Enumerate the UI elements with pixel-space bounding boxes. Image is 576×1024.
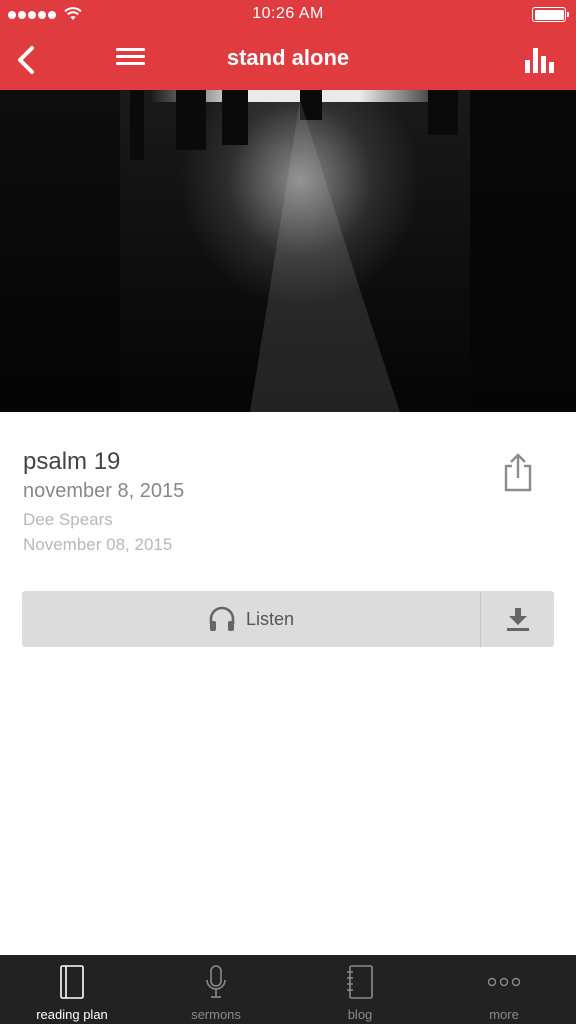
page-title: stand alone <box>226 45 350 70</box>
tab-reading-plan[interactable]: reading plan <box>0 955 144 1024</box>
audio-actions: Listen <box>22 591 554 647</box>
stats-icon[interactable] <box>524 46 556 74</box>
sermon-title: psalm 19 <box>23 448 121 475</box>
tab-label: reading plan <box>36 1007 108 1022</box>
tab-sermons[interactable]: sermons <box>144 955 288 1024</box>
tab-label: sermons <box>191 1007 241 1022</box>
listen-button[interactable]: Listen <box>22 591 480 647</box>
more-icon <box>487 977 521 987</box>
headphones-icon <box>209 606 235 631</box>
tab-label: blog <box>347 1007 373 1022</box>
book-icon <box>60 965 84 999</box>
published-date: November 08, 2015 <box>23 535 173 554</box>
speaker-name: Dee Spears <box>23 510 113 529</box>
sermon-hero-image <box>0 90 576 412</box>
share-icon[interactable] <box>500 452 536 494</box>
listen-label: Listen <box>245 608 295 629</box>
nav-bar: stand alone <box>0 30 576 90</box>
tab-blog[interactable]: blog <box>288 955 432 1024</box>
battery-icon <box>532 7 569 22</box>
hero-silhouettes <box>0 90 576 412</box>
download-button[interactable] <box>481 591 554 647</box>
microphone-icon <box>206 965 226 998</box>
notebook-icon <box>347 965 373 999</box>
tab-more[interactable]: more <box>432 955 576 1024</box>
status-bar: 10:26 AM <box>0 0 576 30</box>
sermon-date: november 8, 2015 <box>23 480 185 502</box>
status-time: 10:26 AM <box>252 5 324 22</box>
tab-bar: reading plan sermons blog more <box>0 955 576 1024</box>
download-icon <box>506 608 529 631</box>
tab-label: more <box>489 1007 519 1022</box>
